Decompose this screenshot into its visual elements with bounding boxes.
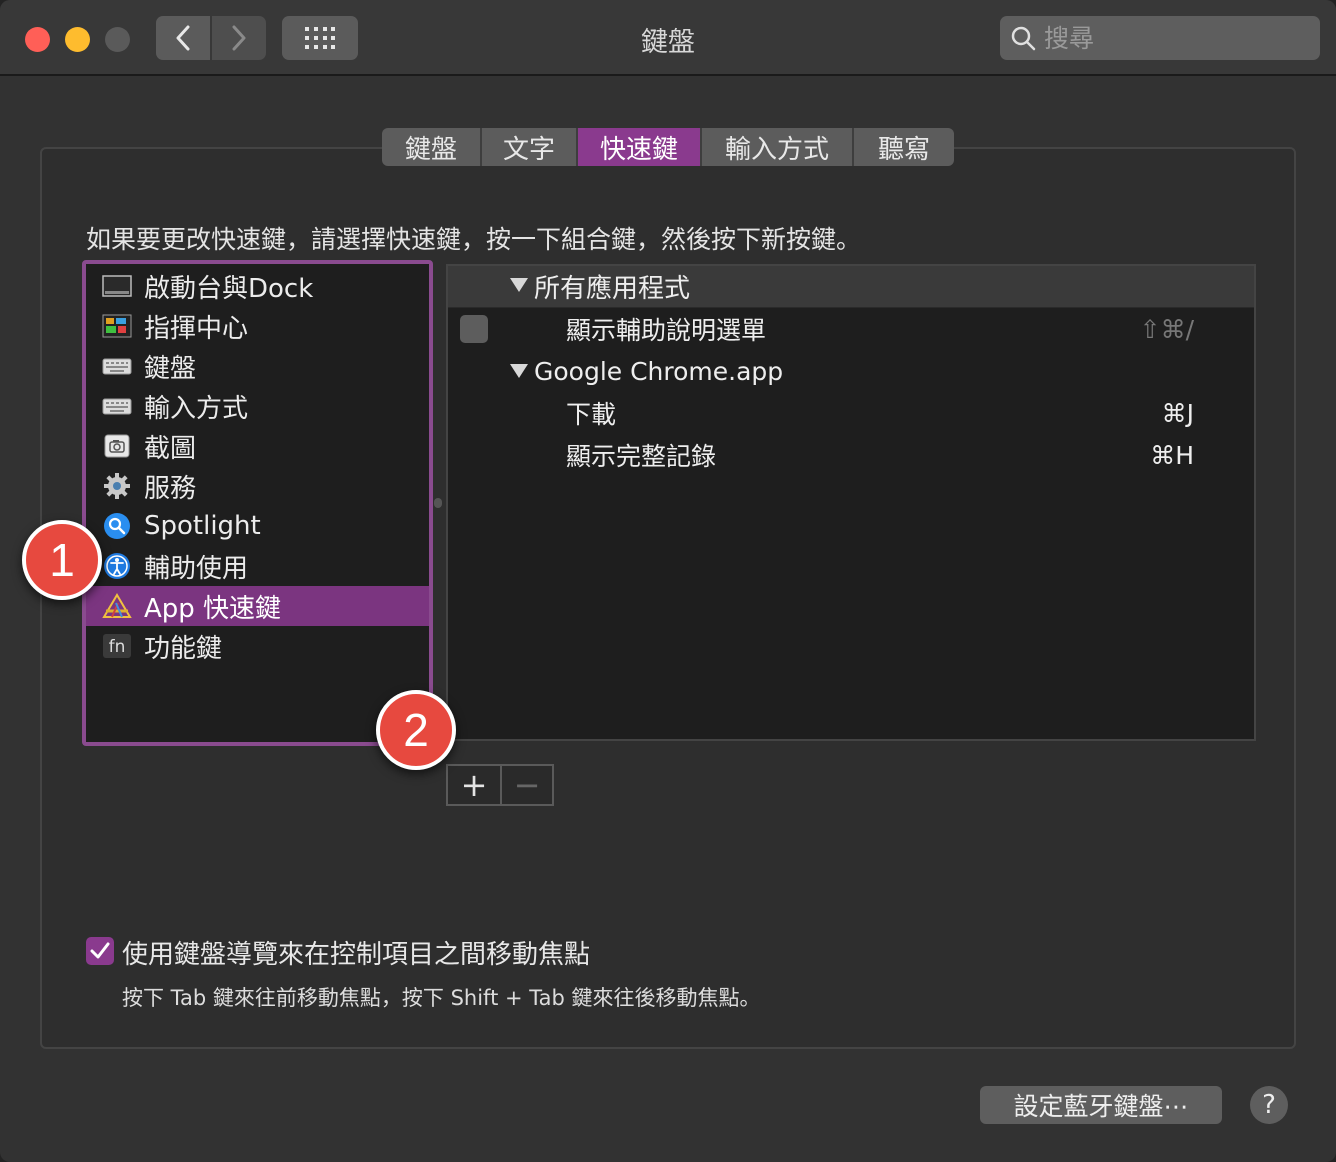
- shortcut-list[interactable]: 所有應用程式 顯示輔助說明選單 ⇧⌘/ Google Chrome.app 下載…: [446, 264, 1256, 741]
- tab-keyboard[interactable]: 鍵盤: [382, 128, 482, 166]
- category-app-shortcuts[interactable]: App 快速鍵: [86, 586, 429, 626]
- category-function-keys[interactable]: fn 功能鍵: [86, 626, 429, 666]
- category-label: App 快速鍵: [144, 593, 282, 624]
- category-accessibility[interactable]: 輔助使用: [86, 546, 429, 586]
- category-label: 功能鍵: [144, 633, 223, 664]
- shortcut-label: 下載: [566, 400, 617, 429]
- category-services[interactable]: 服務: [86, 466, 429, 506]
- search-icon: [1011, 26, 1036, 51]
- group-label: 所有應用程式: [534, 274, 691, 304]
- help-button[interactable]: ?: [1250, 1086, 1288, 1124]
- shortcut-row[interactable]: 下載 ⌘J: [448, 392, 1254, 434]
- disclosure-triangle-icon[interactable]: [510, 363, 528, 378]
- screenshot-icon: [102, 433, 132, 459]
- setup-bluetooth-keyboard-button[interactable]: 設定藍牙鍵盤⋯: [980, 1086, 1222, 1124]
- fn-key-icon: fn: [102, 633, 132, 659]
- group-google-chrome[interactable]: Google Chrome.app: [448, 350, 1254, 392]
- category-launchpad-dock[interactable]: 啟動台與Dock: [86, 266, 429, 306]
- shortcut-checkbox[interactable]: [460, 315, 488, 343]
- keyboard-navigation-label[interactable]: 使用鍵盤導覽來在控制項目之間移動焦點: [122, 934, 590, 971]
- shortcut-row[interactable]: 顯示完整記錄 ⌘H: [448, 434, 1254, 476]
- category-label: 輸入方式: [144, 393, 249, 424]
- remove-shortcut-button[interactable]: −: [500, 766, 552, 804]
- input-sources-icon: [102, 393, 132, 419]
- shortcut-label: 顯示輔助說明選單: [566, 316, 767, 345]
- category-keyboard[interactable]: 鍵盤: [86, 346, 429, 386]
- group-label: Google Chrome.app: [534, 356, 784, 386]
- category-spotlight[interactable]: Spotlight: [86, 506, 429, 546]
- svg-text:fn: fn: [109, 637, 126, 657]
- shortcut-row[interactable]: 顯示輔助說明選單 ⇧⌘/: [448, 308, 1254, 350]
- spotlight-icon: [102, 513, 132, 539]
- search-input[interactable]: [1044, 23, 1304, 53]
- annotation-badge-1: 1: [22, 520, 102, 600]
- category-label: 啟動台與Dock: [144, 273, 314, 304]
- add-remove-buttons: + −: [446, 764, 554, 806]
- mission-control-icon: [102, 313, 132, 339]
- category-label: 截圖: [144, 433, 197, 464]
- category-label: 鍵盤: [144, 353, 197, 384]
- category-label: Spotlight: [144, 511, 261, 541]
- category-list[interactable]: 啟動台與Dock 指揮中心 鍵盤 輸入方式 截圖 服務 Spotlight 輔助…: [82, 260, 433, 746]
- checkmark-icon: [90, 942, 110, 959]
- keyboard-icon: [102, 353, 132, 379]
- shortcut-key[interactable]: ⇧⌘/: [1140, 315, 1194, 344]
- accessibility-icon: [102, 553, 132, 579]
- search-field[interactable]: [1000, 16, 1320, 60]
- tab-shortcuts[interactable]: 快速鍵: [578, 128, 702, 166]
- disclosure-triangle-icon[interactable]: [510, 277, 528, 292]
- group-all-apps[interactable]: 所有應用程式: [448, 266, 1254, 308]
- keyboard-navigation-hint: 按下 Tab 鍵來往前移動焦點，按下 Shift + Tab 鍵來往後移動焦點。: [122, 986, 761, 1010]
- tab-bar: 鍵盤 文字 快速鍵 輸入方式 聽寫: [382, 128, 954, 166]
- shortcut-key[interactable]: ⌘J: [1162, 399, 1194, 428]
- title-bar: 鍵盤: [0, 0, 1336, 76]
- category-mission-control[interactable]: 指揮中心: [86, 306, 429, 346]
- launchpad-dock-icon: [102, 273, 132, 299]
- annotation-badge-2: 2: [376, 690, 456, 770]
- category-input-sources[interactable]: 輸入方式: [86, 386, 429, 426]
- shortcut-key[interactable]: ⌘H: [1150, 441, 1194, 470]
- gear-icon: [102, 473, 132, 499]
- split-handle[interactable]: [434, 498, 442, 508]
- category-label: 輔助使用: [144, 553, 249, 584]
- shortcut-label: 顯示完整記錄: [566, 442, 717, 471]
- instruction-text: 如果要更改快速鍵，請選擇快速鍵，按一下組合鍵，然後按下新按鍵。: [86, 225, 862, 254]
- add-shortcut-button[interactable]: +: [448, 766, 500, 804]
- tab-input-sources[interactable]: 輸入方式: [702, 128, 854, 166]
- keyboard-navigation-checkbox[interactable]: [86, 937, 114, 965]
- app-shortcuts-icon: [102, 593, 132, 619]
- category-label: 指揮中心: [144, 313, 249, 344]
- keyboard-preferences-window: 鍵盤 鍵盤 文字 快速鍵 輸入方式 聽寫 如果要更改快速鍵，請選擇快速鍵，按一下…: [0, 0, 1336, 1162]
- tab-dictation[interactable]: 聽寫: [854, 128, 954, 166]
- category-label: 服務: [144, 473, 197, 504]
- tab-text[interactable]: 文字: [482, 128, 578, 166]
- category-screenshot[interactable]: 截圖: [86, 426, 429, 466]
